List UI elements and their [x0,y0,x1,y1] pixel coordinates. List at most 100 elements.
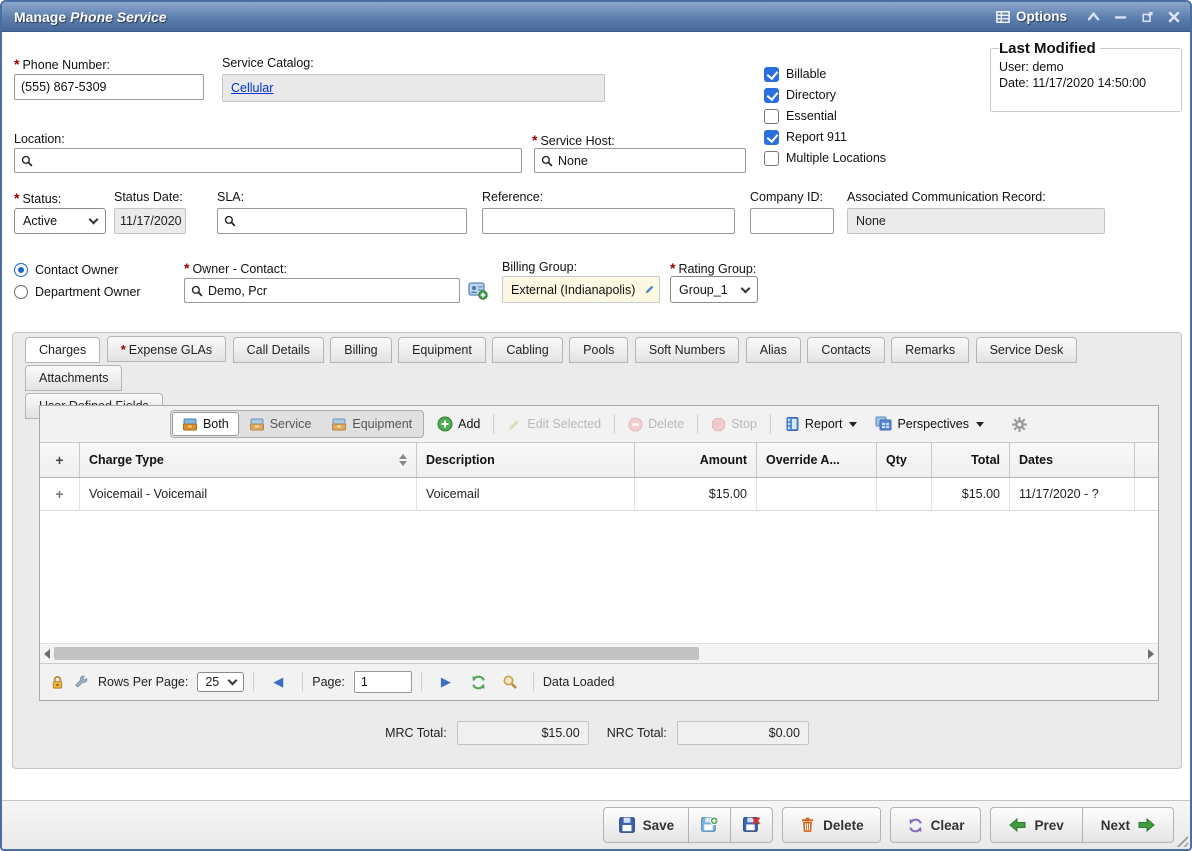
tab-contacts[interactable]: Contacts [807,337,884,363]
grid-search-icon[interactable] [502,674,518,690]
lock-icon[interactable] [50,674,65,690]
directory-checkbox[interactable] [764,88,779,103]
tab-pools[interactable]: Pools [569,337,628,363]
checkbox-essential[interactable]: Essential [764,108,837,124]
toggle-both-button[interactable]: Both [172,412,239,436]
add-charge-button[interactable]: Add [432,416,485,432]
checkbox-directory[interactable]: Directory [764,87,836,103]
assoc-comm-record-label: Associated Communication Record: [847,190,1046,204]
essential-checkbox[interactable] [764,109,779,124]
grid-settings-gear-icon[interactable] [1011,416,1028,433]
table-row[interactable]: Voicemail - Voicemail Voicemail $15.00 $… [40,478,1158,511]
column-header-amount[interactable]: Amount [635,443,757,477]
tab-attachments[interactable]: Attachments [25,365,122,391]
next-button[interactable]: Next [1083,807,1174,843]
next-page-icon[interactable] [431,674,461,690]
page-number-input[interactable] [354,671,412,693]
tab-remarks[interactable]: Remarks [891,337,969,363]
expand-row-icon[interactable] [55,486,63,502]
expand-all-icon[interactable] [55,452,63,468]
column-header-charge-type[interactable]: Charge Type [80,443,417,477]
delete-button[interactable]: Delete [782,807,881,843]
radio-department-owner[interactable]: Department Owner [14,284,141,300]
status-select[interactable]: Active [14,208,106,234]
rating-group-select[interactable]: Group_1 [670,276,758,303]
column-header-description[interactable]: Description [417,443,635,477]
service-catalog-label: Service Catalog: [222,56,314,70]
multiple-locations-checkbox[interactable] [764,151,779,166]
popout-icon[interactable] [1141,11,1154,23]
department-owner-radio[interactable] [14,285,28,299]
column-header-override[interactable]: Override A... [757,443,877,477]
scrollbar-thumb[interactable] [54,647,699,660]
reference-input[interactable] [482,208,735,234]
sla-input[interactable] [241,214,460,228]
rows-per-page-select[interactable]: 25 [197,672,244,692]
tab-alias[interactable]: Alias [746,337,801,363]
radio-contact-owner[interactable]: Contact Owner [14,262,118,278]
save-and-new-button[interactable] [689,807,731,843]
column-header-qty[interactable]: Qty [877,443,932,477]
column-header-dates[interactable]: Dates [1010,443,1135,477]
checkbox-multiple-locations[interactable]: Multiple Locations [764,150,886,166]
delete-row-icon [628,417,643,432]
status-label: Status: [14,190,61,206]
clear-button[interactable]: Clear [890,807,982,843]
owner-contact-input[interactable] [208,284,453,298]
checkbox-billable[interactable]: Billable [764,66,826,82]
close-icon[interactable] [1168,11,1180,23]
tab-charges[interactable]: Charges [25,337,100,363]
tab-equipment[interactable]: Equipment [398,337,486,363]
tab-cabling[interactable]: Cabling [492,337,562,363]
tab-service-desk[interactable]: Service Desk [976,337,1078,363]
billable-checkbox[interactable] [764,67,779,82]
delete-charge-button[interactable]: Delete [623,417,689,432]
phone-number-input[interactable] [14,74,204,100]
sort-icon[interactable] [399,454,407,466]
wrench-icon[interactable] [74,675,89,690]
toggle-equipment-button[interactable]: Equipment [321,412,422,436]
edit-selected-button[interactable]: Edit Selected [502,417,606,432]
column-header-total[interactable]: Total [932,443,1010,477]
scroll-left-arrow-icon[interactable] [44,649,50,659]
company-id-input[interactable] [750,208,834,234]
sla-search-box [217,208,467,234]
minimize-icon[interactable] [1114,11,1127,22]
tab-soft-numbers[interactable]: Soft Numbers [635,337,739,363]
previous-page-icon[interactable] [263,674,293,690]
toggle-service-button[interactable]: Service [239,412,322,436]
edit-pencil-icon[interactable] [643,284,655,296]
row-expand-cell[interactable] [40,478,80,510]
stop-charge-button[interactable]: Stop [706,417,762,432]
refresh-icon[interactable] [470,674,487,691]
perspectives-menu-button[interactable]: Perspectives [870,416,989,432]
detail-tab-panel: Charges Expense GLAs Call Details Billin… [12,332,1182,769]
service-host-input[interactable] [558,154,739,168]
window-title-service-type: Phone Service [70,9,167,25]
prev-button[interactable]: Prev [990,807,1082,843]
checkbox-report-911[interactable]: Report 911 [764,129,847,145]
report-menu-button[interactable]: Report [779,416,863,432]
tab-call-details[interactable]: Call Details [233,337,324,363]
required-marker [532,132,537,148]
window-title-prefix: Manage [14,9,66,25]
save-button[interactable]: Save [603,807,690,843]
tab-expense-glas[interactable]: Expense GLAs [107,336,226,362]
search-icon [191,285,203,297]
horizontal-scrollbar[interactable] [40,643,1158,663]
service-catalog-link[interactable]: Cellular [231,81,273,95]
save-and-close-button[interactable] [731,807,773,843]
tab-billing[interactable]: Billing [330,337,391,363]
add-contact-icon[interactable] [468,280,488,300]
required-marker [184,260,189,276]
location-input[interactable] [38,154,515,168]
expand-all-column-header[interactable] [40,443,80,477]
report-911-checkbox[interactable] [764,130,779,145]
required-marker [121,342,126,357]
options-button[interactable]: Options [996,9,1067,24]
billing-group-field[interactable]: External (Indianapolis) [502,276,660,303]
location-search-box [14,148,522,173]
collapse-icon[interactable] [1087,11,1100,22]
contact-owner-radio[interactable] [14,263,28,277]
scroll-right-arrow-icon[interactable] [1148,649,1154,659]
